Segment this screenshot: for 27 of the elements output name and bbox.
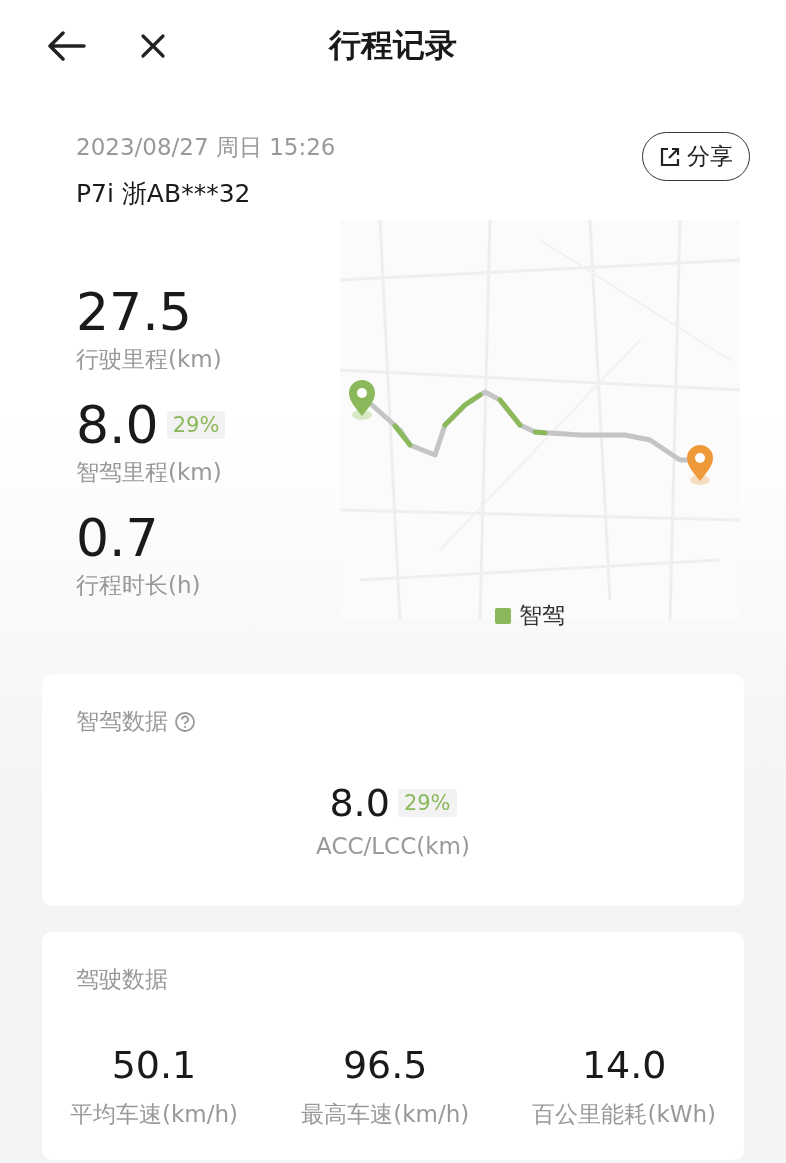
back-icon[interactable] <box>46 31 86 61</box>
trip-datetime: 2023/08/27 周日 15:26 <box>76 133 336 162</box>
stat-label: 行驶里程(km) <box>76 345 223 374</box>
stat-value: 0.7 <box>76 507 159 570</box>
metric-label: 最高车速(km/h) <box>301 1100 470 1129</box>
stat-value: 8.0 <box>329 781 390 825</box>
share-icon <box>659 145 681 168</box>
percent-badge: 29% <box>397 789 457 817</box>
stat-label: ACC/LCC(km) <box>316 833 470 859</box>
percent-badge: 29% <box>166 411 226 439</box>
share-button[interactable]: 分享 <box>642 132 750 181</box>
page-title: 行程记录 <box>329 25 457 66</box>
metric-value: 96.5 <box>342 1043 428 1087</box>
stat-label: 行程时长(h) <box>76 571 202 600</box>
legend-label: 智驾 <box>519 601 565 630</box>
metric-value: 14.0 <box>581 1043 667 1087</box>
stat-label: 智驾里程(km) <box>76 458 223 487</box>
metric-label: 平均车速(km/h) <box>70 1100 238 1129</box>
card-title: 驾驶数据 <box>76 965 168 994</box>
card-title: 智驾数据 <box>76 707 168 736</box>
close-icon[interactable] <box>140 33 166 59</box>
metric-label: 百公里能耗(kWh) <box>532 1100 716 1129</box>
stat-value: 27.5 <box>76 281 192 344</box>
help-icon[interactable] <box>174 710 196 733</box>
metric-value: 50.1 <box>111 1043 197 1087</box>
vehicle-plate: P7i 浙AB***32 <box>76 178 252 210</box>
stat-value: 8.0 <box>76 394 159 457</box>
